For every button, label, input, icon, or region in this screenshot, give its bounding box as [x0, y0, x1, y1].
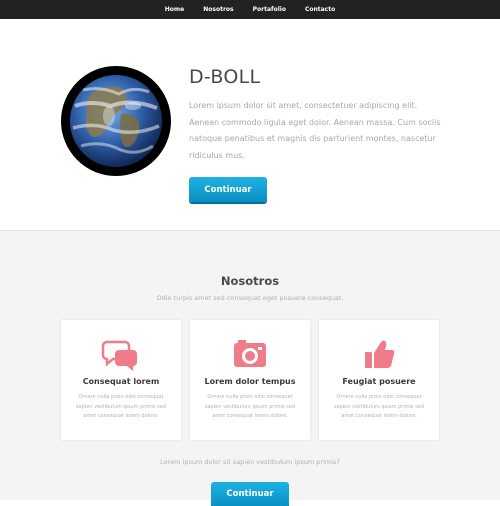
about-footer-text: Lorem ipsum dolor sit sapien vestibulum … — [160, 458, 340, 466]
card-title: Consequat lorem — [82, 377, 160, 386]
card-text: Ornare nulla proin odio consequat sapien… — [204, 394, 296, 419]
about-title: Nosotros — [220, 274, 280, 288]
about-continue-button[interactable]: Continuar — [211, 482, 289, 506]
hero-section: D-BOLL Lorem ipsum dolor sit amet, conse… — [0, 19, 500, 231]
about-section: Nosotros Odio turpis amet sed consequat … — [0, 231, 500, 506]
thumbs-up-icon — [359, 336, 399, 372]
card-title: Lorem dolor tempus — [204, 377, 296, 386]
top-navigation: Home Nosotros Portafolio Contacto — [0, 0, 500, 19]
nav-link-contacto[interactable]: Contacto — [305, 6, 335, 13]
hero-continue-button[interactable]: Continuar — [189, 177, 267, 202]
feature-card: Feugiat posuere Ornare nulla proin odio … — [319, 320, 439, 440]
nav-link-portafolio[interactable]: Portafolio — [253, 6, 286, 13]
card-text: Ornare nulla proin odio consequat sapien… — [75, 394, 167, 419]
about-subtitle: Odio turpis amet sed consequat eget posu… — [156, 294, 344, 302]
feature-card: Lorem dolor tempus Ornare nulla proin od… — [190, 320, 310, 440]
card-title: Feugiat posuere — [342, 377, 416, 386]
camera-icon — [230, 336, 270, 372]
hero-title: D-BOLL — [189, 66, 261, 88]
nav-link-nosotros[interactable]: Nosotros — [203, 6, 233, 13]
card-text: Ornare nulla proin odio consequat sapien… — [333, 394, 425, 419]
nav-link-home[interactable]: Home — [165, 6, 184, 13]
hero-description: Lorem ipsum dolor sit amet, consectetuer… — [189, 101, 441, 160]
chat-bubbles-icon — [101, 336, 141, 372]
feature-card: Consequat lorem Ornare nulla proin odio … — [61, 320, 181, 440]
earth-globe-image — [61, 66, 171, 176]
